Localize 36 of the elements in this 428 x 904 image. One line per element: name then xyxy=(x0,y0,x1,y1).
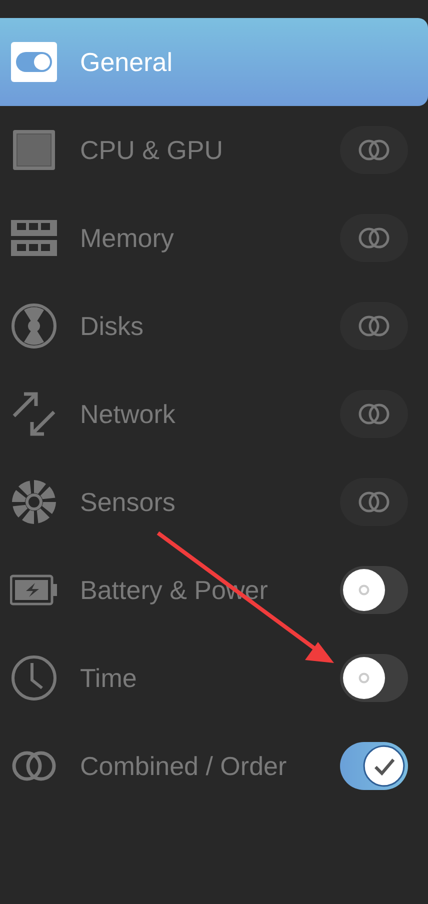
clock-icon xyxy=(10,654,58,702)
sidebar-item[interactable]: Network xyxy=(0,370,428,458)
rings-icon xyxy=(356,138,392,162)
item-label: General xyxy=(80,46,174,78)
toggle-switch[interactable] xyxy=(340,654,408,702)
item-label: CPU & GPU xyxy=(80,134,224,166)
rings-icon xyxy=(356,226,392,250)
sidebar-item[interactable]: Disks xyxy=(0,282,428,370)
item-label: Disks xyxy=(80,310,145,342)
item-label: Memory xyxy=(80,222,175,254)
combine-button[interactable] xyxy=(340,126,408,174)
toggle-switch[interactable] xyxy=(340,742,408,790)
check-knob-icon xyxy=(363,745,405,787)
knob-icon xyxy=(343,657,385,699)
sidebar-item[interactable]: Memory xyxy=(0,194,428,282)
sidebar-item[interactable]: Sensors xyxy=(0,458,428,546)
sidebar-item-selected[interactable]: General xyxy=(0,18,428,106)
combine-button[interactable] xyxy=(340,214,408,262)
item-label: Sensors xyxy=(80,486,176,518)
sidebar-item[interactable]: Time xyxy=(0,634,428,722)
disk-icon xyxy=(10,302,58,350)
rings-icon xyxy=(356,490,392,514)
knob-icon xyxy=(343,569,385,611)
combine-button[interactable] xyxy=(340,390,408,438)
rings-icon xyxy=(356,402,392,426)
item-label: Network xyxy=(80,398,176,430)
rings-icon xyxy=(356,314,392,338)
combine-button[interactable] xyxy=(340,478,408,526)
toggle-switch[interactable] xyxy=(340,566,408,614)
item-label: Combined / Order xyxy=(80,750,288,782)
arrows-icon xyxy=(10,390,58,438)
sidebar-item[interactable]: CPU & GPU xyxy=(0,106,428,194)
sidebar-item[interactable]: Combined / Order xyxy=(0,722,428,810)
fan-icon xyxy=(10,478,58,526)
combine-button[interactable] xyxy=(340,302,408,350)
item-label: Time xyxy=(80,662,138,694)
